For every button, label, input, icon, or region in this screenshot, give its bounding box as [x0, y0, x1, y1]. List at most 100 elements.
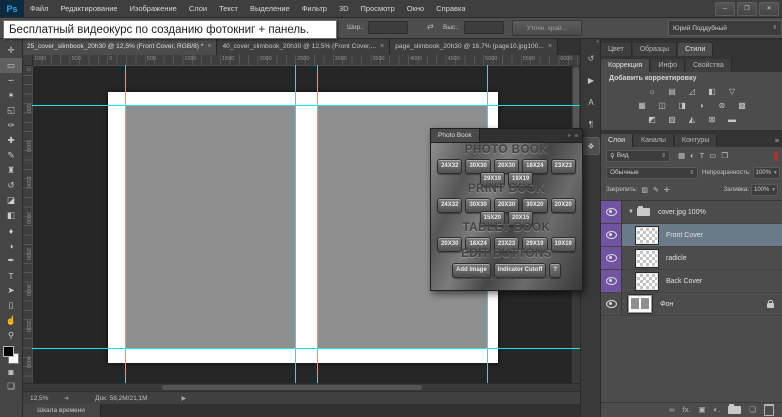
zoom-level-field[interactable]: 12,5% [30, 395, 64, 402]
tab-25-cover-slimbook[interactable]: 25_cover_slimbook_20h30 @ 12,5% (Front C… [22, 38, 217, 55]
zoom-tool-icon[interactable]: ⚲ [0, 328, 22, 343]
back-cover-image[interactable] [125, 105, 295, 348]
filter-smart-objects-icon[interactable]: ❒ [721, 151, 728, 160]
filter-type-layers-icon[interactable]: T [700, 151, 705, 160]
vertical-guide[interactable] [295, 65, 296, 383]
menu-file[interactable]: Файл [24, 4, 54, 13]
eye-icon[interactable] [606, 231, 617, 239]
edit-button[interactable]: ? [549, 263, 561, 278]
status-menu-arrow-icon[interactable]: ▶ [182, 395, 187, 402]
layer-thumbnail[interactable] [636, 273, 658, 290]
dodge-tool-icon[interactable]: ◑ [0, 238, 22, 253]
lock-transparency-icon[interactable]: ▨ [641, 186, 648, 194]
panel-menu-icon[interactable]: ≡ [575, 133, 578, 139]
status-popup-icon[interactable]: ➔ [64, 395, 69, 402]
visibility-cell[interactable] [601, 201, 622, 223]
menu-window[interactable]: Окно [401, 4, 430, 13]
brush-tool-icon[interactable]: ✎ [0, 148, 22, 163]
history-brush-tool-icon[interactable]: ↺ [0, 178, 22, 193]
tab-40-cover-slimbook[interactable]: 40_cover_slimbook_20h30 @ 12,5% (Front C… [217, 38, 390, 55]
vertical-ruler[interactable]: 05001000150020002500300035004000 [22, 65, 33, 386]
photobook-size-button[interactable]: 24X32 [437, 159, 462, 174]
gradient-map-icon[interactable]: ▬ [726, 114, 739, 125]
tab-layers[interactable]: Слои [601, 134, 633, 147]
photobook-size-button[interactable]: 23X23 [551, 159, 576, 174]
filter-adjustment-layers-icon[interactable]: ◐ [690, 151, 695, 160]
restore-button[interactable]: ❐ [737, 2, 757, 16]
layer-name[interactable]: Back Cover [666, 278, 702, 285]
eyedropper-tool-icon[interactable]: ✑ [0, 118, 22, 133]
tab-properties[interactable]: Свойства [686, 59, 732, 72]
menu-3d[interactable]: 3D [333, 4, 355, 13]
blur-tool-icon[interactable]: ♦ [0, 223, 22, 238]
workspace-select[interactable]: Юрий Поддубный ⇕ [668, 20, 782, 36]
visibility-cell[interactable] [601, 224, 622, 246]
opacity-field[interactable]: 100% ▾ [753, 167, 780, 179]
hand-tool-icon[interactable]: ☝ [0, 313, 22, 328]
tab-info[interactable]: Инфо [651, 59, 685, 72]
minimize-button[interactable]: ─ [715, 2, 735, 16]
eye-icon[interactable] [606, 277, 617, 285]
move-tool-icon[interactable]: ✛ [0, 43, 22, 58]
vertical-guide[interactable] [125, 65, 126, 383]
refine-edge-button[interactable]: Уточн. край... [512, 20, 582, 36]
photo-book-extension-icon[interactable]: ❖ [583, 138, 599, 154]
new-adjustment-layer-button[interactable]: ◐. [714, 406, 721, 414]
new-group-button[interactable] [728, 406, 741, 414]
layer-thumbnail[interactable] [636, 250, 658, 267]
eye-icon[interactable] [606, 300, 617, 308]
layer-row[interactable]: Back Cover [601, 270, 782, 293]
new-layer-button[interactable]: ❏ [749, 406, 756, 414]
paragraph-panel-icon[interactable]: ¶ [583, 116, 599, 132]
visibility-cell[interactable] [601, 293, 622, 315]
healing-brush-tool-icon[interactable]: ✚ [0, 133, 22, 148]
path-selection-tool-icon[interactable]: ➤ [0, 283, 22, 298]
vertical-guide[interactable] [317, 65, 318, 383]
menu-edit[interactable]: Редактирование [54, 4, 123, 13]
screen-mode-icon[interactable]: ❏ [0, 379, 22, 394]
layer-name[interactable]: radicle [666, 255, 687, 262]
curves-icon[interactable]: ◿ [686, 86, 699, 97]
swap-width-height-icon[interactable]: ⇄ [427, 22, 434, 31]
threshold-icon[interactable]: ◭ [686, 114, 699, 125]
clone-stamp-tool-icon[interactable]: ♜ [0, 163, 22, 178]
menu-type[interactable]: Текст [213, 4, 244, 13]
exposure-icon[interactable]: ◧ [706, 86, 719, 97]
tab-page-slimbook[interactable]: page_slimbook_20h30 @ 16,7% (page10.jpg1… [390, 38, 558, 55]
channel-mixer-icon[interactable]: ⊛ [716, 100, 729, 111]
tabletbook-size-button[interactable]: 19X19 [551, 237, 576, 252]
panel-menu-icon[interactable]: ≡ [775, 138, 782, 147]
fill-field[interactable]: 100% ▾ [751, 184, 778, 196]
magic-wand-tool-icon[interactable]: ✶ [0, 88, 22, 103]
horizontal-guide[interactable] [32, 105, 580, 106]
tab-swatches[interactable]: Образцы [633, 43, 677, 56]
filter-pixel-layers-icon[interactable]: ▦ [678, 151, 685, 160]
filter-shape-layers-icon[interactable]: ▭ [709, 151, 716, 160]
visibility-cell[interactable] [601, 270, 622, 292]
gradient-tool-icon[interactable]: ◧ [0, 208, 22, 223]
vibrance-icon[interactable]: ▽ [726, 86, 739, 97]
photo-book-tab[interactable]: Photo Book [431, 129, 480, 142]
horizontal-ruler[interactable]: 1000500050010001500200025003000350040004… [32, 55, 582, 66]
menu-select[interactable]: Выделение [244, 4, 296, 13]
printbook-size-button[interactable]: 24X32 [437, 198, 462, 213]
background-thumbnail[interactable] [628, 295, 652, 313]
quick-mask-icon[interactable]: ◙ [0, 364, 22, 379]
lock-pixels-icon[interactable]: ✎ [653, 186, 659, 194]
eye-icon[interactable] [606, 254, 617, 262]
timeline-tab[interactable]: Шкала времени [22, 404, 101, 417]
levels-icon[interactable]: ▤ [666, 86, 679, 97]
tab-close-icon[interactable]: × [207, 43, 211, 50]
pen-tool-icon[interactable]: ✒ [0, 253, 22, 268]
black-white-icon[interactable]: ◨ [676, 100, 689, 111]
character-panel-icon[interactable]: A [583, 94, 599, 110]
printbook-size-button[interactable]: 20X20 [551, 198, 576, 213]
brightness-contrast-icon[interactable]: ☼ [646, 86, 659, 97]
filter-toggle-switch[interactable] [774, 151, 778, 161]
layer-row[interactable]: Front Cover [601, 224, 782, 247]
background-layer-row[interactable]: Фон [601, 293, 782, 316]
layer-row[interactable]: radicle [601, 247, 782, 270]
close-button[interactable]: ✕ [759, 2, 779, 16]
tab-styles[interactable]: Стили [678, 43, 713, 56]
layer-group-row[interactable]: ▼ cover.jpg 100% [601, 201, 782, 224]
